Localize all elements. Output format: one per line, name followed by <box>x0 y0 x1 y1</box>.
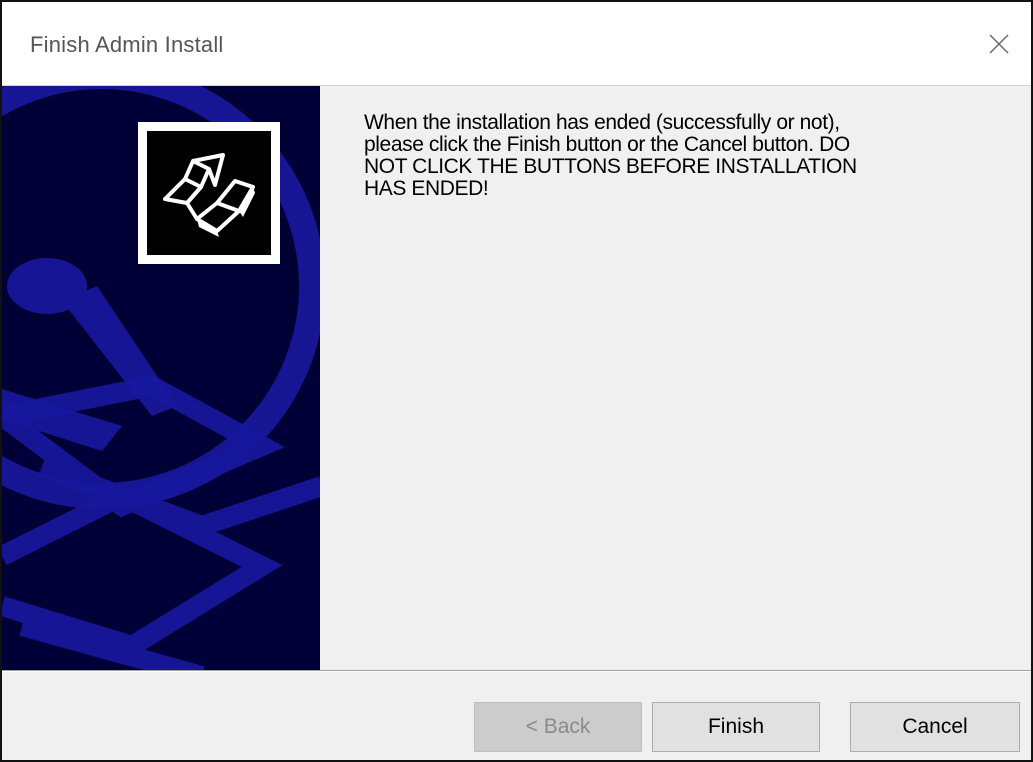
wizard-side-banner <box>2 86 320 670</box>
back-button[interactable]: < Back <box>474 702 642 752</box>
footer-divider-highlight <box>2 671 1031 672</box>
installer-logo <box>138 122 280 264</box>
cancel-button[interactable]: Cancel <box>850 702 1020 752</box>
close-icon <box>989 33 1009 54</box>
installer-dialog: Finish Admin Install When the installati… <box>0 0 1033 762</box>
title-bar[interactable]: Finish Admin Install <box>2 2 1031 86</box>
close-button[interactable] <box>967 2 1031 85</box>
finish-button[interactable]: Finish <box>652 702 820 752</box>
instruction-message: When the installation has ended (success… <box>364 111 857 200</box>
window-title: Finish Admin Install <box>30 32 224 57</box>
installer-arrow-logo-icon <box>163 153 255 237</box>
